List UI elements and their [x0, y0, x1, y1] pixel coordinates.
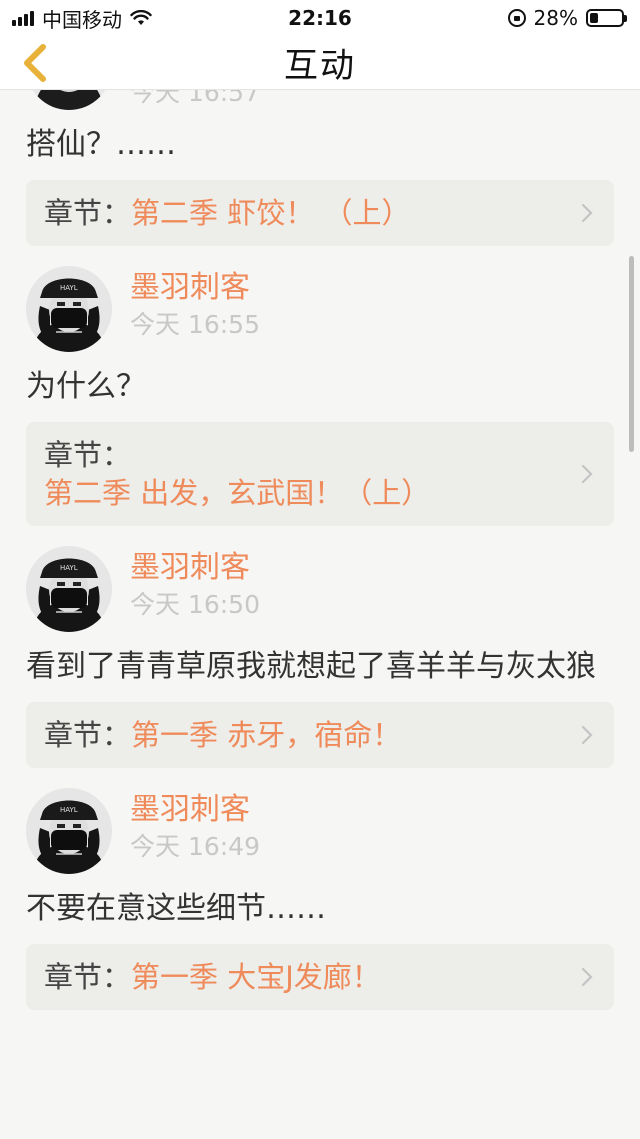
- status-time: 22:16: [288, 6, 352, 30]
- status-left: 中国移动: [12, 4, 152, 33]
- list-item: HAYL 墨羽刺客 今天 16:55 为什么？ 章节： 第二季 出发，玄武国！（上…: [0, 266, 640, 526]
- chapter-link[interactable]: 章节：第一季 大宝J发廊！: [26, 944, 614, 1010]
- svg-text:HAYL: HAYL: [60, 564, 78, 572]
- chevron-right-icon: [581, 967, 593, 987]
- battery-percent: 28%: [533, 6, 578, 30]
- list-item: HAYL 墨羽刺客 今天 16:49 不要在意这些细节…… 章节：第一季 大宝J…: [0, 788, 640, 1010]
- wifi-icon: [130, 10, 152, 25]
- svg-text:HAYL: HAYL: [60, 284, 78, 292]
- list-item: HAYL 墨羽刺客 今天 16:50 看到了青青草原我就想起了喜羊羊与灰太狼 章…: [0, 546, 640, 768]
- navigation-bar: 互动: [0, 36, 640, 90]
- chapter-name: 第一季 大宝J发廊！: [131, 960, 381, 994]
- chapter-link[interactable]: 章节：第一季 赤牙，宿命！: [26, 702, 614, 768]
- avatar[interactable]: [26, 90, 112, 110]
- battery-icon: [586, 9, 627, 27]
- chapter-link[interactable]: 章节：第二季 虾饺！ （上）: [26, 180, 614, 246]
- orientation-lock-icon: [507, 9, 526, 27]
- chapter-label: 章节：: [44, 438, 132, 472]
- post-time: 今天 16:55: [130, 310, 260, 339]
- post-content: 搭仙？……: [26, 127, 176, 162]
- chapter-link[interactable]: 章节： 第二季 出发，玄武国！（上）: [26, 422, 614, 526]
- post-time: 今天 16:57: [130, 90, 260, 107]
- list-item: 今天 16:57 搭仙？…… 章节：第二季 虾饺！ （上）: [0, 90, 640, 246]
- chevron-right-icon: [581, 725, 593, 745]
- chevron-right-icon: [581, 203, 593, 223]
- avatar[interactable]: HAYL: [26, 266, 112, 352]
- chevron-left-icon: [24, 44, 46, 82]
- chapter-name: 第二季 出发，玄武国！（上）: [44, 476, 431, 510]
- username[interactable]: 墨羽刺客: [130, 270, 260, 306]
- scrollbar[interactable]: [629, 256, 634, 452]
- chapter-name: 第二季 虾饺！ （上）: [131, 196, 411, 230]
- post-content: 为什么？: [26, 369, 146, 404]
- post-time: 今天 16:50: [130, 590, 260, 619]
- chapter-label: 章节：: [44, 196, 132, 230]
- chapter-name: 第一季 赤牙，宿命！: [131, 718, 402, 752]
- avatar[interactable]: HAYL: [26, 788, 112, 874]
- username[interactable]: 墨羽刺客: [130, 550, 260, 586]
- status-right: 28%: [507, 6, 627, 30]
- status-bar: 中国移动 22:16 28%: [0, 0, 640, 36]
- post-time: 今天 16:49: [130, 832, 260, 861]
- signal-icon: [12, 10, 34, 26]
- post-content: 看到了青青草原我就想起了喜羊羊与灰太狼: [26, 649, 596, 684]
- carrier-label: 中国移动: [42, 7, 122, 32]
- post-content: 不要在意这些细节……: [26, 891, 326, 926]
- page-title: 互动: [284, 46, 356, 86]
- chapter-label: 章节：: [44, 960, 132, 994]
- svg-text:HAYL: HAYL: [60, 806, 78, 814]
- avatar[interactable]: HAYL: [26, 546, 112, 632]
- chevron-right-icon: [581, 464, 593, 484]
- chapter-label: 章节：: [44, 718, 132, 752]
- interaction-feed[interactable]: 今天 16:57 搭仙？…… 章节：第二季 虾饺！ （上） HAYL 墨羽刺客 …: [0, 90, 640, 1139]
- back-button[interactable]: [14, 40, 54, 86]
- username[interactable]: 墨羽刺客: [130, 792, 260, 828]
